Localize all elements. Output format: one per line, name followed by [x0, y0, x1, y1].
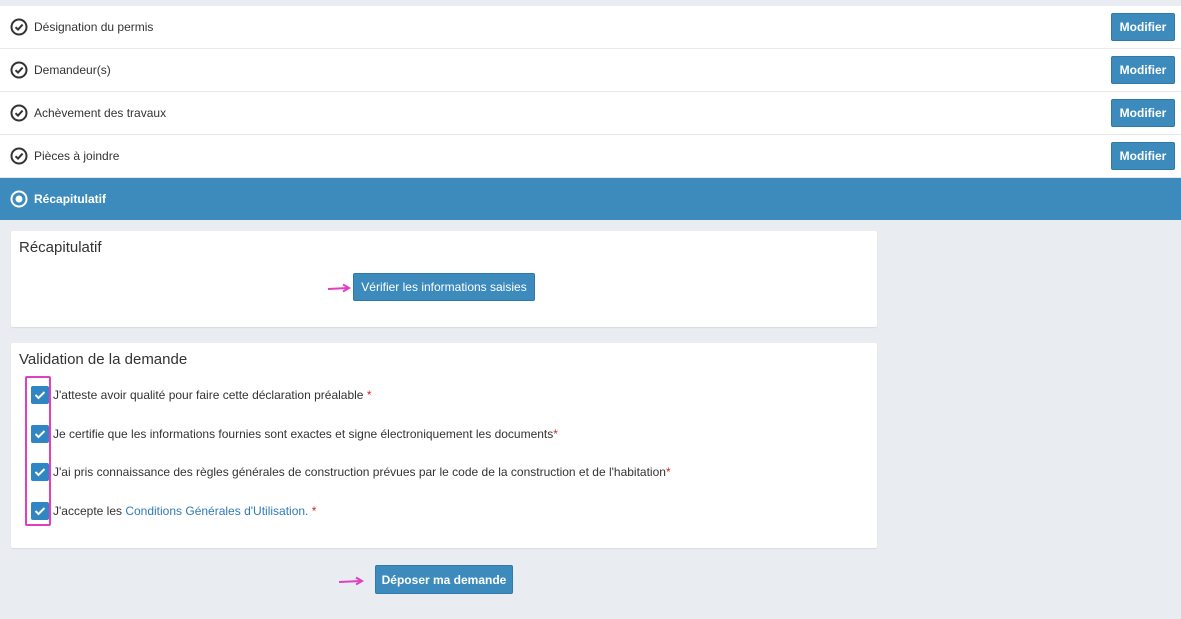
active-step-label: Récapitulatif	[34, 192, 107, 206]
check-icon	[34, 430, 46, 439]
construction-rules-row: J'ai pris connaissance des règles généra…	[31, 463, 671, 481]
check-icon	[34, 391, 46, 400]
accept-cgu-checkbox[interactable]	[31, 502, 49, 520]
check-icon	[34, 507, 46, 516]
step-label: Achèvement des travaux	[34, 106, 167, 120]
certify-info-checkbox[interactable]	[31, 425, 49, 443]
step-designation: Désignation du permis Modifier	[0, 6, 1181, 49]
step-pieces: Pièces à joindre Modifier	[0, 135, 1181, 178]
step-demandeurs: Demandeur(s) Modifier	[0, 49, 1181, 92]
required-asterisk: *	[665, 465, 671, 479]
certify-info-row: Je certifie que les informations fournie…	[31, 425, 558, 443]
construction-rules-checkbox[interactable]	[31, 463, 49, 481]
steps-list: Désignation du permis Modifier Demandeur…	[0, 6, 1181, 178]
step-label: Pièces à joindre	[34, 149, 120, 163]
verify-info-button[interactable]: Vérifier les informations saisies	[353, 273, 535, 301]
modify-designation-button[interactable]: Modifier	[1111, 13, 1175, 41]
accept-cgu-row: J'accepte les Conditions Générales d'Uti…	[31, 502, 316, 520]
required-asterisk: *	[366, 388, 372, 402]
required-asterisk: *	[553, 427, 558, 441]
submit-request-button[interactable]: Déposer ma demande	[375, 565, 513, 594]
arrow-annotation-icon	[327, 283, 351, 293]
check-circle-icon	[10, 18, 28, 36]
modify-demandeurs-button[interactable]: Modifier	[1111, 56, 1175, 84]
validation-panel: Validation de la demande J'atteste avoir…	[11, 343, 877, 548]
arrow-annotation-icon	[338, 576, 364, 586]
step-recapitulatif-active: Récapitulatif	[0, 178, 1181, 220]
check-circle-icon	[10, 61, 28, 79]
attest-quality-label: J'atteste avoir qualité pour faire cette…	[53, 388, 372, 402]
radio-selected-icon	[10, 190, 28, 208]
cgu-link[interactable]: Conditions Générales d'Utilisation.	[125, 504, 308, 518]
modify-achevement-button[interactable]: Modifier	[1111, 99, 1175, 127]
recap-panel-title: Récapitulatif	[19, 239, 102, 256]
step-achevement: Achèvement des travaux Modifier	[0, 92, 1181, 135]
attest-quality-checkbox[interactable]	[31, 386, 49, 404]
construction-rules-label: J'ai pris connaissance des règles généra…	[53, 465, 671, 479]
accept-cgu-label: J'accepte les Conditions Générales d'Uti…	[53, 504, 317, 518]
attest-quality-row: J'atteste avoir qualité pour faire cette…	[31, 386, 371, 404]
modify-pieces-button[interactable]: Modifier	[1111, 142, 1175, 170]
check-icon	[34, 468, 46, 477]
check-circle-icon	[10, 147, 28, 165]
validation-panel-title: Validation de la demande	[19, 351, 188, 368]
check-circle-icon	[10, 104, 28, 122]
step-label: Désignation du permis	[34, 20, 154, 34]
recap-panel: Récapitulatif Vérifier les informations …	[11, 231, 877, 327]
step-label: Demandeur(s)	[34, 63, 111, 77]
required-asterisk: *	[308, 504, 317, 518]
certify-info-label: Je certifie que les informations fournie…	[53, 427, 558, 441]
